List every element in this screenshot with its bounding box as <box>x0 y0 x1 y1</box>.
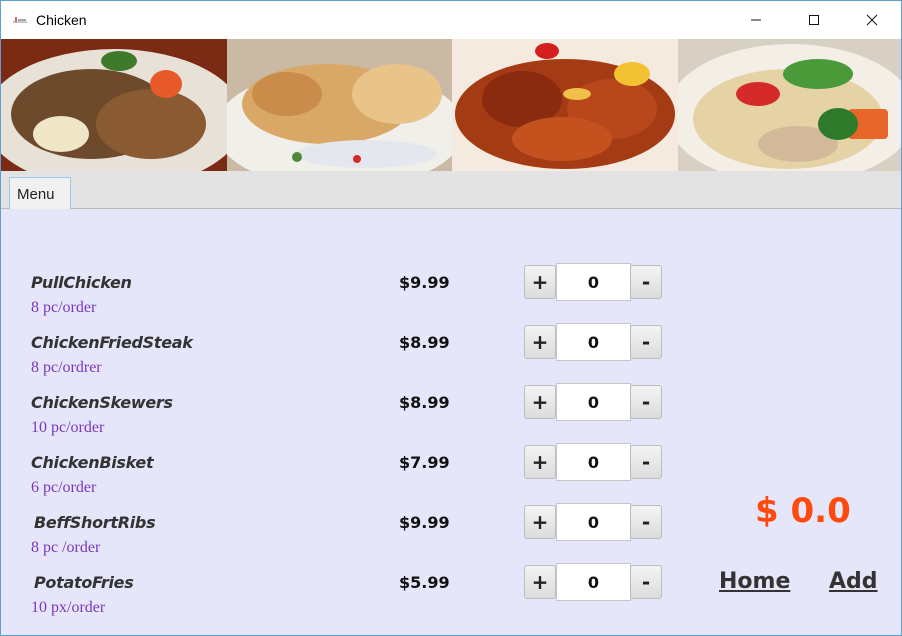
dish-photo-2 <box>226 39 452 171</box>
quantity-field[interactable]: 0 <box>556 443 631 481</box>
decrease-quantity-button[interactable]: - <box>630 325 662 359</box>
quantity-field[interactable]: 0 <box>556 563 631 601</box>
maximize-button[interactable] <box>791 1 837 39</box>
app-icon <box>13 17 27 23</box>
item-name: ChickenFriedSteak <box>31 333 193 352</box>
item-portion: 8 pc /order <box>31 539 101 556</box>
item-name: PotatoFries <box>34 573 134 592</box>
item-price: $7.99 <box>399 453 450 472</box>
item-name: PullChicken <box>31 273 132 292</box>
item-name: ChickenSkewers <box>31 393 173 412</box>
quantity-field[interactable]: 0 <box>556 323 631 361</box>
menu-panel: PullChicken 8 pc/order $9.99 + 0 - Chick… <box>1 209 901 635</box>
order-total: $ 0.0 <box>755 491 851 531</box>
increase-quantity-button[interactable]: + <box>524 385 556 419</box>
tab-menu[interactable]: Menu <box>9 177 71 209</box>
item-portion: 6 pc/order <box>31 479 97 496</box>
close-icon <box>866 14 878 26</box>
quantity-field[interactable]: 0 <box>556 383 631 421</box>
increase-quantity-button[interactable]: + <box>524 265 556 299</box>
food-banner <box>1 39 901 171</box>
increase-quantity-button[interactable]: + <box>524 445 556 479</box>
item-price: $8.99 <box>399 333 450 352</box>
item-portion: 10 pc/order <box>31 419 105 436</box>
item-name: BeffShortRibs <box>34 513 156 532</box>
dish-photo-4 <box>677 39 901 171</box>
minimize-icon <box>751 19 761 21</box>
window-title: Chicken <box>36 12 87 28</box>
item-price: $9.99 <box>399 513 450 532</box>
item-price: $9.99 <box>399 273 450 292</box>
item-name: ChickenBisket <box>31 453 154 472</box>
dish-photo-3 <box>452 39 678 171</box>
item-portion: 10 px/order <box>31 599 106 616</box>
item-portion: 8 pc/ordrer <box>31 359 102 376</box>
home-button[interactable]: Home <box>719 569 790 594</box>
decrease-quantity-button[interactable]: - <box>630 265 662 299</box>
add-button[interactable]: Add <box>829 569 878 594</box>
tab-bar: Menu <box>1 171 901 209</box>
decrease-quantity-button[interactable]: - <box>630 445 662 479</box>
decrease-quantity-button[interactable]: - <box>630 565 662 599</box>
decrease-quantity-button[interactable]: - <box>630 505 662 539</box>
dish-photo-1 <box>1 39 227 171</box>
app-window: Chicken Menu PullChicken 8 pc/order $9.9… <box>0 0 902 636</box>
decrease-quantity-button[interactable]: - <box>630 385 662 419</box>
increase-quantity-button[interactable]: + <box>524 505 556 539</box>
quantity-field[interactable]: 0 <box>556 263 631 301</box>
increase-quantity-button[interactable]: + <box>524 325 556 359</box>
quantity-field[interactable]: 0 <box>556 503 631 541</box>
item-price: $5.99 <box>399 573 450 592</box>
minimize-button[interactable] <box>733 1 779 39</box>
title-bar: Chicken <box>1 1 901 39</box>
item-portion: 8 pc/order <box>31 299 97 316</box>
close-button[interactable] <box>849 1 895 39</box>
increase-quantity-button[interactable]: + <box>524 565 556 599</box>
maximize-icon <box>809 15 819 25</box>
item-price: $8.99 <box>399 393 450 412</box>
